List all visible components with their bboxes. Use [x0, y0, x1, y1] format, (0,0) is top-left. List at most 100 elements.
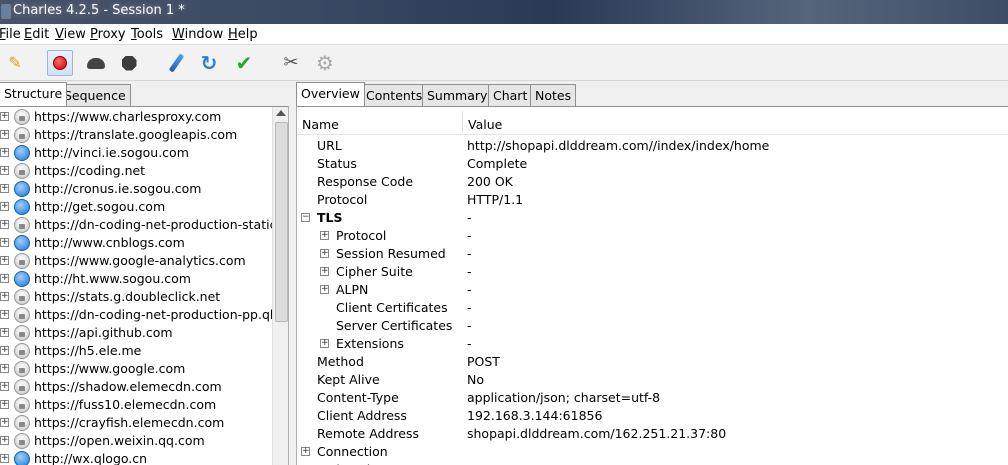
scroll-up-arrow-icon[interactable] [276, 110, 286, 116]
collapse-minus-icon[interactable]: − [301, 213, 310, 222]
expand-plus-icon[interactable]: + [0, 256, 9, 265]
validate-button[interactable]: ✔ [231, 50, 257, 76]
menu-file[interactable]: File [0, 27, 21, 42]
host-row[interactable]: + http://vinci.ie.sogou.com [0, 144, 272, 162]
host-row[interactable]: + https://shadow.elemecdn.com [0, 378, 272, 396]
menu-proxy[interactable]: Proxy [90, 27, 126, 42]
expand-plus-icon[interactable]: + [0, 328, 9, 337]
throttle-button[interactable] [83, 50, 109, 76]
property-value: - [467, 228, 472, 243]
expand-plus-icon[interactable]: + [320, 339, 329, 348]
menu-edit[interactable]: Edit [24, 27, 49, 42]
host-row[interactable]: + https://open.weixin.qq.com [0, 432, 272, 450]
expand-plus-icon[interactable]: + [0, 112, 9, 121]
record-button[interactable] [47, 50, 73, 76]
expand-plus-icon[interactable]: + [320, 231, 329, 240]
host-row[interactable]: + http://wx.qlogo.cn [0, 450, 272, 465]
expand-plus-icon[interactable]: + [0, 184, 9, 193]
tab-structure[interactable]: Structure [0, 82, 68, 106]
property-row[interactable]: + Cipher Suite - [297, 262, 1008, 280]
property-row[interactable]: − TLS - [297, 208, 1008, 226]
expand-plus-icon[interactable]: + [0, 238, 9, 247]
menu-view[interactable]: View [55, 27, 86, 42]
property-row[interactable]: Status Complete [297, 154, 1008, 172]
expand-plus-icon[interactable]: + [301, 447, 310, 456]
clear-session-button[interactable]: ✎ [2, 50, 28, 76]
expand-plus-icon[interactable]: + [0, 166, 9, 175]
scroll-thumb[interactable] [275, 122, 288, 322]
tools-icon: ✂ [283, 52, 299, 73]
expand-plus-icon[interactable]: + [320, 249, 329, 258]
breakpoints-button[interactable] [116, 50, 142, 76]
host-row[interactable]: + https://www.google.com [0, 360, 272, 378]
expand-plus-icon[interactable]: + [0, 364, 9, 373]
tab-overview[interactable]: Overview [296, 82, 365, 106]
host-row[interactable]: + http://get.sogou.com [0, 198, 272, 216]
expand-plus-icon[interactable]: + [320, 285, 329, 294]
property-row[interactable]: + Connection [297, 442, 1008, 460]
property-row[interactable]: Protocol HTTP/1.1 [297, 190, 1008, 208]
expand-plus-icon[interactable]: + [0, 382, 9, 391]
property-row[interactable]: + ALPN - [297, 280, 1008, 298]
expand-plus-icon[interactable]: + [0, 418, 9, 427]
property-row[interactable]: Server Certificates - [297, 316, 1008, 334]
host-row[interactable]: + http://www.cnblogs.com [0, 234, 272, 252]
tab-notes[interactable]: Notes [530, 84, 577, 106]
tab-summary[interactable]: Summary [422, 84, 493, 106]
menu-help[interactable]: Help [228, 27, 258, 42]
expand-plus-icon[interactable]: + [0, 148, 9, 157]
property-row[interactable]: +WebSockets [297, 460, 1008, 465]
tab-chart[interactable]: Chart [488, 84, 533, 106]
broom-icon: ✎ [8, 53, 22, 72]
property-row[interactable]: + Session Resumed - [297, 244, 1008, 262]
menu-tools[interactable]: Tools [131, 27, 163, 42]
tab-sequence[interactable]: Sequence [59, 84, 131, 106]
menu-accelerator: V [55, 27, 64, 42]
property-row[interactable]: + Extensions - [297, 334, 1008, 352]
menu-window[interactable]: Window [172, 27, 223, 42]
tree-scrollbar[interactable] [272, 107, 288, 465]
property-row[interactable]: URL http://shopapi.dlddream.com//index/in… [297, 136, 1008, 154]
property-row[interactable]: Content-Type application/json; charset=ut… [297, 388, 1008, 406]
tab-contents[interactable]: Contents [361, 84, 428, 106]
column-name-header[interactable]: Name [302, 117, 339, 132]
property-row[interactable]: + Protocol - [297, 226, 1008, 244]
expand-plus-icon[interactable]: + [0, 202, 9, 211]
host-row[interactable]: + https://coding.net [0, 162, 272, 180]
host-row[interactable]: + https://stats.g.doubleclick.net [0, 288, 272, 306]
tools-button[interactable]: ✂ [278, 50, 304, 76]
expand-plus-icon[interactable]: + [0, 436, 9, 445]
expand-plus-icon[interactable]: + [0, 454, 9, 463]
host-row[interactable]: + https://api.github.com [0, 324, 272, 342]
host-row[interactable]: + https://h5.ele.me [0, 342, 272, 360]
host-row[interactable]: + https://dn-coding-net-production-static… [0, 216, 272, 234]
host-row[interactable]: + https://translate.googleapis.com [0, 126, 272, 144]
menu-label: ile [5, 27, 21, 42]
property-row[interactable]: Kept Alive No [297, 370, 1008, 388]
expand-plus-icon[interactable]: + [0, 274, 9, 283]
column-divider[interactable] [462, 111, 463, 133]
expand-plus-icon[interactable]: + [0, 130, 9, 139]
property-row[interactable]: Client Certificates - [297, 298, 1008, 316]
expand-plus-icon[interactable]: + [0, 220, 9, 229]
host-row[interactable]: + https://www.google-analytics.com [0, 252, 272, 270]
column-value-header[interactable]: Value [468, 117, 502, 132]
property-row[interactable]: Client Address 192.168.3.144:61856 [297, 406, 1008, 424]
expand-plus-icon[interactable]: + [0, 346, 9, 355]
host-row[interactable]: + https://dn-coding-net-production-pp.qbo [0, 306, 272, 324]
compose-button[interactable] [163, 50, 189, 76]
property-row[interactable]: Method POST [297, 352, 1008, 370]
expand-plus-icon[interactable]: + [0, 400, 9, 409]
expand-plus-icon[interactable]: + [0, 292, 9, 301]
expand-plus-icon[interactable]: + [0, 310, 9, 319]
settings-button[interactable]: ⚙ [312, 50, 338, 76]
host-row[interactable]: + https://fuss10.elemecdn.com [0, 396, 272, 414]
host-row[interactable]: + http://cronus.ie.sogou.com [0, 180, 272, 198]
property-row[interactable]: Response Code 200 OK [297, 172, 1008, 190]
host-row[interactable]: + https://crayfish.elemecdn.com [0, 414, 272, 432]
expand-plus-icon[interactable]: + [320, 267, 329, 276]
host-row[interactable]: + https://www.charlesproxy.com [0, 108, 272, 126]
host-row[interactable]: + http://ht.www.sogou.com [0, 270, 272, 288]
repeat-button[interactable]: ↻ [196, 50, 222, 76]
property-row[interactable]: Remote Address shopapi.dlddream.com/162.2… [297, 424, 1008, 442]
